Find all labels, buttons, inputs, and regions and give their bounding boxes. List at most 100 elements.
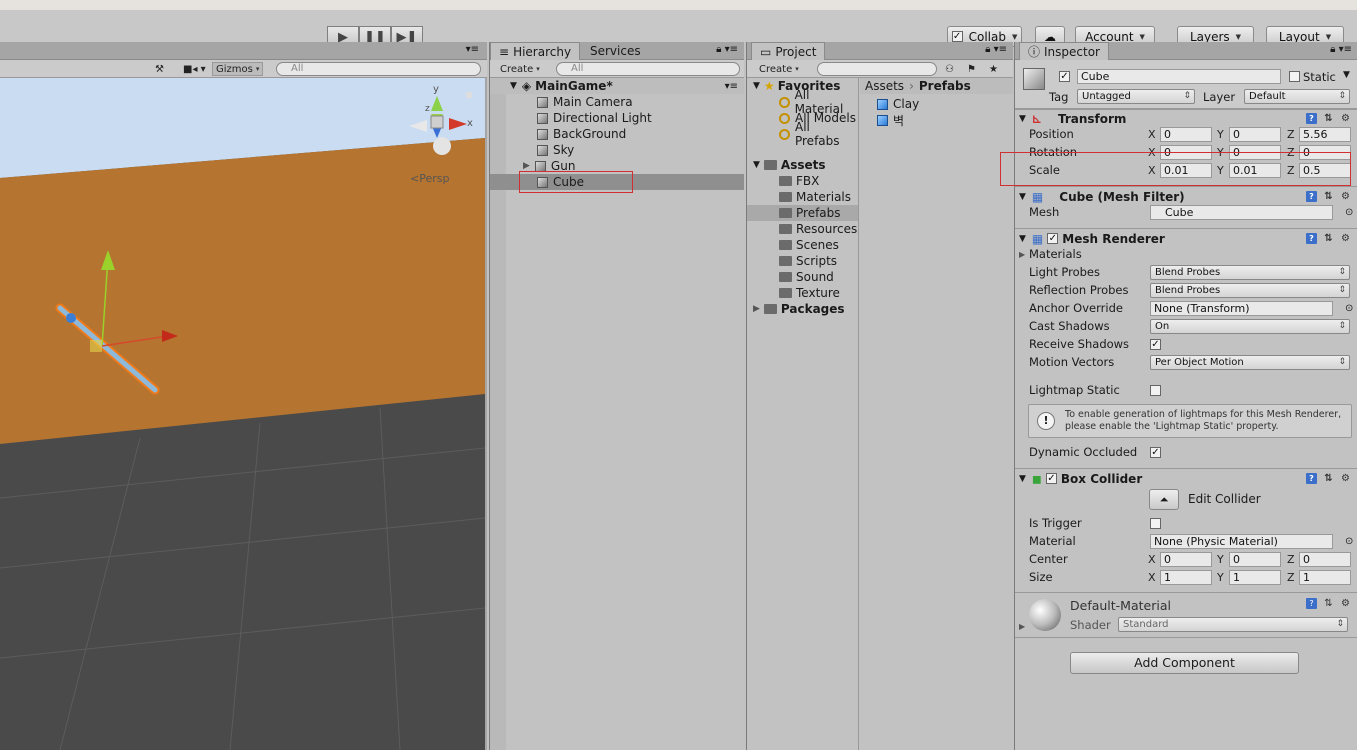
motion-vectors-dropdown[interactable]: Per Object Motion — [1150, 354, 1350, 370]
cast-shadows-dropdown[interactable]: On — [1150, 318, 1350, 334]
center-z-field[interactable]: 0 — [1299, 551, 1351, 567]
asset-folder[interactable]: Scripts — [747, 253, 837, 269]
help-book-icon[interactable]: ? — [1306, 473, 1317, 484]
filter-label-icon[interactable]: ⚑ — [967, 62, 976, 76]
size-y-field[interactable]: 1 — [1229, 569, 1281, 585]
object-picker-icon[interactable]: ⊙ — [1345, 536, 1353, 547]
asset-folder-selected[interactable]: Prefabs — [747, 205, 858, 221]
hierarchy-item-directional-light[interactable]: Directional Light — [490, 110, 652, 126]
help-book-icon[interactable]: ? — [1306, 113, 1317, 124]
box-collider-enabled-checkbox[interactable]: ✓ — [1045, 473, 1057, 484]
tools-icon[interactable]: ⚒ — [155, 62, 164, 76]
tab-inspector[interactable]: ⓘ Inspector — [1019, 42, 1109, 60]
asset-folder[interactable]: Texture — [747, 285, 840, 301]
asset-folder[interactable]: Sound — [747, 269, 834, 285]
reflection-probes-dropdown[interactable]: Blend Probes — [1150, 282, 1350, 298]
move-gizmo-z[interactable] — [66, 313, 76, 323]
position-z-field[interactable]: 5.56 — [1299, 126, 1351, 142]
tab-project[interactable]: ▭ Project — [751, 42, 826, 60]
filter-type-icon[interactable]: ⚇ — [945, 62, 954, 76]
collapse-arrow-icon[interactable]: ▶ — [523, 161, 530, 171]
size-z-field[interactable]: 1 — [1299, 569, 1351, 585]
packages-header[interactable]: ▶ Packages — [747, 301, 845, 317]
gear-icon[interactable]: ⚙ — [1340, 113, 1351, 124]
asset-folder[interactable]: Resources — [747, 221, 857, 237]
favorite-item[interactable]: All Prefabs — [747, 120, 858, 148]
breadcrumb-root[interactable]: Assets — [865, 79, 904, 93]
prefab-item[interactable]: Clay — [860, 96, 919, 112]
asset-folder[interactable]: Scenes — [747, 237, 839, 253]
project-search-input[interactable] — [817, 62, 937, 76]
hierarchy-item-sky[interactable]: Sky — [490, 142, 574, 158]
lock-menu-icon[interactable]: 🔒︎ ▾≡ — [716, 44, 738, 55]
is-trigger-checkbox[interactable] — [1150, 517, 1161, 529]
position-x-field[interactable]: 0 — [1160, 126, 1212, 142]
object-picker-icon[interactable]: ⊙ — [1345, 207, 1353, 218]
static-checkbox[interactable] — [1289, 71, 1300, 82]
gear-icon[interactable]: ⚙ — [1340, 473, 1351, 484]
scene-viewport[interactable]: y x z <Persp — [0, 78, 485, 750]
gizmos-dropdown[interactable]: Gizmos ▾ — [212, 62, 264, 76]
collapse-arrow-icon[interactable]: ▶ — [1019, 622, 1025, 631]
preset-icon[interactable]: ⇅ — [1323, 233, 1334, 244]
scene-search-input[interactable]: All — [276, 62, 481, 76]
scene-root-row[interactable]: ▼ ◈ MainGame* ▾≡ — [490, 78, 744, 94]
preset-icon[interactable]: ⇅ — [1323, 473, 1334, 484]
mesh-field[interactable]: Cube — [1150, 204, 1333, 220]
tab-services[interactable]: Services — [582, 42, 649, 60]
hierarchy-search-input[interactable]: All — [556, 62, 740, 76]
dynamic-occluded-checkbox[interactable]: ✓ — [1150, 446, 1161, 458]
help-book-icon[interactable]: ? — [1306, 598, 1317, 609]
shader-dropdown[interactable]: Standard — [1118, 617, 1348, 632]
move-gizmo-plane[interactable] — [90, 340, 102, 352]
gear-icon[interactable]: ⚙ — [1340, 233, 1351, 244]
panel-menu-icon[interactable]: ▾≡ — [466, 44, 479, 55]
preset-icon[interactable]: ⇅ — [1323, 113, 1334, 124]
help-book-icon[interactable]: ? — [1306, 191, 1317, 202]
layer-dropdown[interactable]: Default — [1244, 89, 1350, 104]
mesh-renderer-enabled-checkbox[interactable]: ✓ — [1047, 233, 1059, 244]
lock-menu-icon[interactable]: 🔒︎ ▾≡ — [985, 44, 1007, 55]
prefab-item[interactable]: 벽 — [860, 112, 904, 128]
hierarchy-create-button[interactable]: Create ▾ — [500, 62, 540, 76]
asset-folder[interactable]: FBX — [747, 173, 819, 189]
hierarchy-item-main-camera[interactable]: Main Camera — [490, 94, 633, 110]
gear-icon[interactable]: ⚙ — [1340, 598, 1351, 609]
position-y-field[interactable]: 0 — [1229, 126, 1281, 142]
edit-collider-button[interactable]: ⏶ — [1149, 489, 1179, 510]
asset-folder[interactable]: Materials — [747, 189, 851, 205]
help-book-icon[interactable]: ? — [1306, 233, 1317, 244]
preset-icon[interactable]: ⇅ — [1323, 191, 1334, 202]
center-x-field[interactable]: 0 — [1160, 551, 1212, 567]
box-collider-header[interactable]: ▼ ◼ ✓ Box Collider ? ⇅ ⚙ — [1015, 468, 1357, 488]
size-x-field[interactable]: 1 — [1160, 569, 1212, 585]
lock-menu-icon[interactable]: 🔒︎ ▾≡ — [1330, 44, 1352, 55]
persp-label[interactable]: <Persp — [410, 172, 449, 185]
anchor-override-field[interactable]: None (Transform) — [1150, 300, 1333, 316]
project-create-button[interactable]: Create ▾ — [759, 62, 799, 76]
object-picker-icon[interactable]: ⊙ — [1345, 303, 1353, 314]
favorites-star-icon[interactable]: ★ — [989, 62, 998, 76]
collider-material-field[interactable]: None (Physic Material) — [1150, 533, 1333, 549]
lightmap-static-checkbox[interactable] — [1150, 384, 1161, 396]
tag-dropdown[interactable]: Untagged — [1077, 89, 1195, 104]
active-checkbox[interactable]: ✓ — [1059, 71, 1070, 82]
assets-header[interactable]: ▼ Assets — [747, 157, 826, 173]
gear-icon[interactable]: ⚙ — [1340, 191, 1351, 202]
chevron-down-icon[interactable]: ▼ — [1343, 70, 1350, 80]
camera-icon[interactable]: ■◂ ▾ — [183, 62, 206, 76]
scene-menu-icon[interactable]: ▾≡ — [725, 81, 738, 92]
materials-row[interactable]: ▶ Materials — [1017, 245, 1357, 263]
breadcrumb-current[interactable]: Prefabs — [919, 79, 971, 93]
receive-shadows-checkbox[interactable]: ✓ — [1150, 338, 1161, 350]
add-component-button[interactable]: Add Component — [1070, 652, 1299, 674]
inspector-tab-row: ⓘ Inspector 🔒︎ ▾≡ — [1015, 42, 1357, 60]
light-probes-dropdown[interactable]: Blend Probes — [1150, 264, 1350, 280]
project-panel: ▭ Project 🔒︎ ▾≡ Create ▾ ⚇ ⚑ ★ ▼ ★ Favorites… — [746, 42, 1013, 750]
center-y-field[interactable]: 0 — [1229, 551, 1281, 567]
hierarchy-item-background[interactable]: BackGround — [490, 126, 626, 142]
object-name-input[interactable]: Cube — [1077, 69, 1281, 84]
tab-hierarchy[interactable]: ≡ Hierarchy — [490, 42, 581, 60]
favorite-item[interactable]: All Material — [747, 88, 858, 116]
preset-icon[interactable]: ⇅ — [1323, 598, 1334, 609]
